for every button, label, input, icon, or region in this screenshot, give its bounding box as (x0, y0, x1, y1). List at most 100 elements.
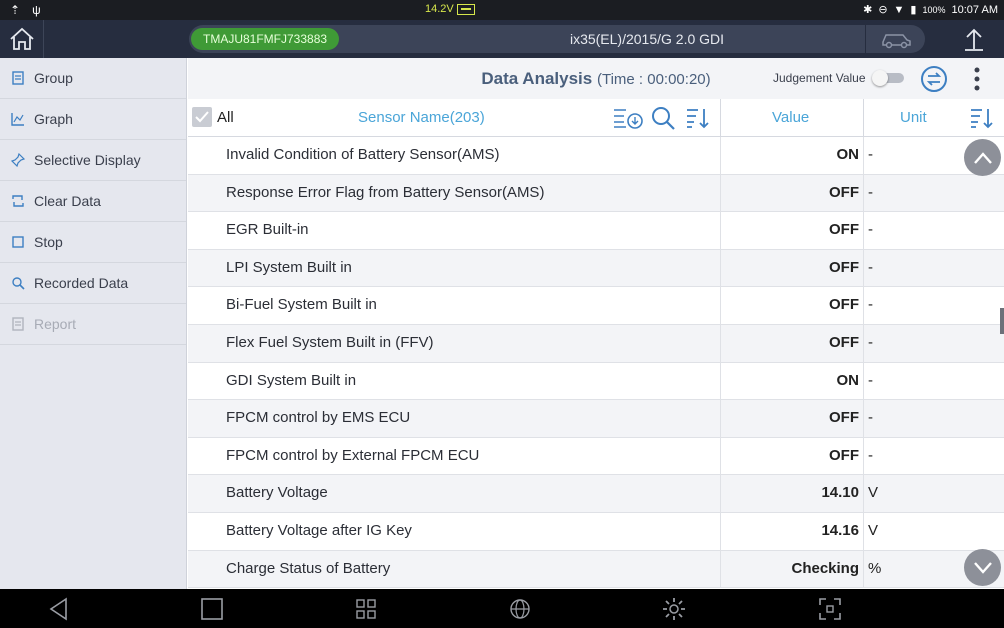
sensor-name: FPCM control by EMS ECU (226, 409, 411, 427)
globe-icon (510, 599, 530, 619)
stop-icon (10, 234, 26, 250)
unit-header[interactable]: Unit (900, 109, 927, 126)
sidebar-item-label: Stop (34, 234, 63, 250)
more-options-button[interactable] (970, 66, 984, 92)
group-icon (10, 70, 26, 86)
back-icon (49, 597, 67, 621)
sensor-unit: - (868, 371, 873, 389)
settings-button[interactable] (661, 596, 687, 622)
pin-icon (10, 152, 26, 168)
sensor-name: Bi-Fuel System Built in (226, 296, 377, 314)
vehicle-button[interactable] (865, 25, 925, 53)
sidebar: Group Graph Selective Display Clear Data… (0, 58, 187, 589)
battery-percent: 100% (922, 4, 946, 15)
arrow-up-icon (965, 28, 983, 51)
table-row[interactable]: Response Error Flag from Battery Sensor(… (188, 174, 1004, 213)
search-button[interactable] (651, 106, 679, 130)
gear-icon (663, 598, 685, 620)
sensor-unit: V (868, 521, 879, 539)
sort-icon (687, 109, 709, 129)
table-row[interactable]: EGR Built-in OFF - (188, 212, 1004, 250)
sensor-name: Invalid Condition of Battery Sensor(AMS) (226, 146, 500, 163)
clock: 10:07 AM (951, 3, 998, 16)
chevron-up-icon (973, 151, 992, 164)
select-all-checkbox[interactable] (192, 107, 212, 127)
table-header: All Sensor Name(203) Value Unit (188, 99, 1004, 137)
sensor-unit: V (868, 484, 879, 502)
swap-icon (921, 66, 947, 92)
title-text: Data Analysis (481, 69, 593, 88)
sidebar-item-label: Recorded Data (34, 275, 129, 291)
car-icon (881, 34, 911, 49)
table-row[interactable]: Bi-Fuel System Built in OFF - (188, 287, 1004, 325)
sensor-name: Response Error Flag from Battery Sensor(… (226, 183, 545, 201)
upload-status-icon: ⇡ (10, 3, 21, 17)
graph-icon (10, 111, 26, 127)
bluetooth-icon: ✱ (863, 4, 873, 16)
scroll-up-button[interactable] (964, 139, 1001, 176)
sensor-unit: - (868, 296, 873, 314)
scrollbar-thumb[interactable] (1000, 308, 1004, 334)
sort-sensor-button[interactable] (685, 106, 713, 130)
sidebar-item-label: Report (34, 316, 77, 332)
screenshot-button[interactable] (817, 596, 843, 622)
battery-icon: ▮ (910, 4, 917, 16)
sensor-value: 14.10 (821, 484, 859, 502)
table-row[interactable]: FPCM control by External FPCM ECU OFF - (188, 437, 1004, 476)
sort-unit-button[interactable] (969, 106, 997, 130)
sidebar-item-selective-display[interactable]: Selective Display (0, 140, 186, 181)
sidebar-item-group[interactable]: Group (0, 58, 186, 99)
sidebar-item-stop[interactable]: Stop (0, 222, 186, 263)
home-button[interactable] (0, 20, 44, 58)
table-row[interactable]: Flex Fuel System Built in (FFV) OFF - (188, 324, 1004, 363)
browser-button[interactable] (507, 596, 533, 622)
search-icon (652, 107, 675, 130)
sidebar-item-label: Selective Display (34, 152, 141, 168)
sensor-table: Invalid Condition of Battery Sensor(AMS)… (188, 137, 1004, 589)
swap-button[interactable] (920, 65, 948, 93)
voltage-indicator: 14.2V (425, 3, 475, 15)
value-header[interactable]: Value (772, 109, 809, 126)
grid-icon (356, 599, 376, 619)
refresh-icon (10, 193, 26, 209)
table-row[interactable]: Battery Voltage after IG Key 14.16 V (188, 512, 1004, 551)
sensor-name: Battery Voltage after IG Key (226, 521, 412, 539)
apps-button[interactable] (353, 596, 379, 622)
screen-capture-icon (819, 598, 841, 620)
table-row[interactable]: Battery Voltage 14.10 V (188, 475, 1004, 513)
sidebar-item-clear-data[interactable]: Clear Data (0, 181, 186, 222)
sensor-unit: - (868, 183, 873, 201)
sensor-value: OFF (829, 221, 859, 239)
dnd-icon: ⊖ (878, 4, 888, 16)
sensor-unit: - (868, 333, 873, 351)
recents-button[interactable] (199, 596, 225, 622)
sidebar-item-label: Clear Data (34, 193, 101, 209)
sidebar-item-graph[interactable]: Graph (0, 99, 186, 140)
table-row[interactable]: GDI System Built in ON - (188, 362, 1004, 401)
sensor-value: ON (836, 371, 860, 389)
sensor-value: OFF (829, 183, 859, 201)
vin-badge[interactable]: TMAJU81FMFJ733883 (191, 28, 340, 50)
sidebar-item-report[interactable]: Report (0, 304, 186, 345)
sensor-name: EGR Built-in (226, 221, 309, 239)
judgement-value-label: Judgement Value (773, 71, 866, 85)
sensor-value: ON (836, 146, 860, 163)
check-icon (195, 111, 209, 123)
table-row[interactable]: Invalid Condition of Battery Sensor(AMS)… (188, 137, 1004, 175)
car-battery-icon (456, 3, 475, 15)
back-button[interactable] (46, 596, 72, 622)
sensor-name-header[interactable]: Sensor Name(203) (358, 109, 485, 126)
sensor-name: Charge Status of Battery (226, 559, 391, 577)
usb-icon: ψ (32, 3, 41, 17)
filter-list-button[interactable] (612, 106, 643, 130)
table-row[interactable]: FPCM control by EMS ECU OFF - (188, 400, 1004, 438)
judgement-value-toggle[interactable] (872, 70, 906, 86)
scroll-down-button[interactable] (964, 549, 1001, 586)
vehicle-title: ix35(EL)/2015/G 2.0 GDI (569, 31, 725, 47)
elapsed-time: (Time : 00:00:20) (596, 71, 711, 88)
sensor-unit: % (868, 559, 882, 577)
table-row[interactable]: Charge Status of Battery Checking % (188, 550, 1004, 589)
table-row[interactable]: LPI System Built in OFF - (188, 249, 1004, 288)
sidebar-item-recorded-data[interactable]: Recorded Data (0, 263, 186, 304)
upload-button[interactable] (944, 20, 1004, 58)
